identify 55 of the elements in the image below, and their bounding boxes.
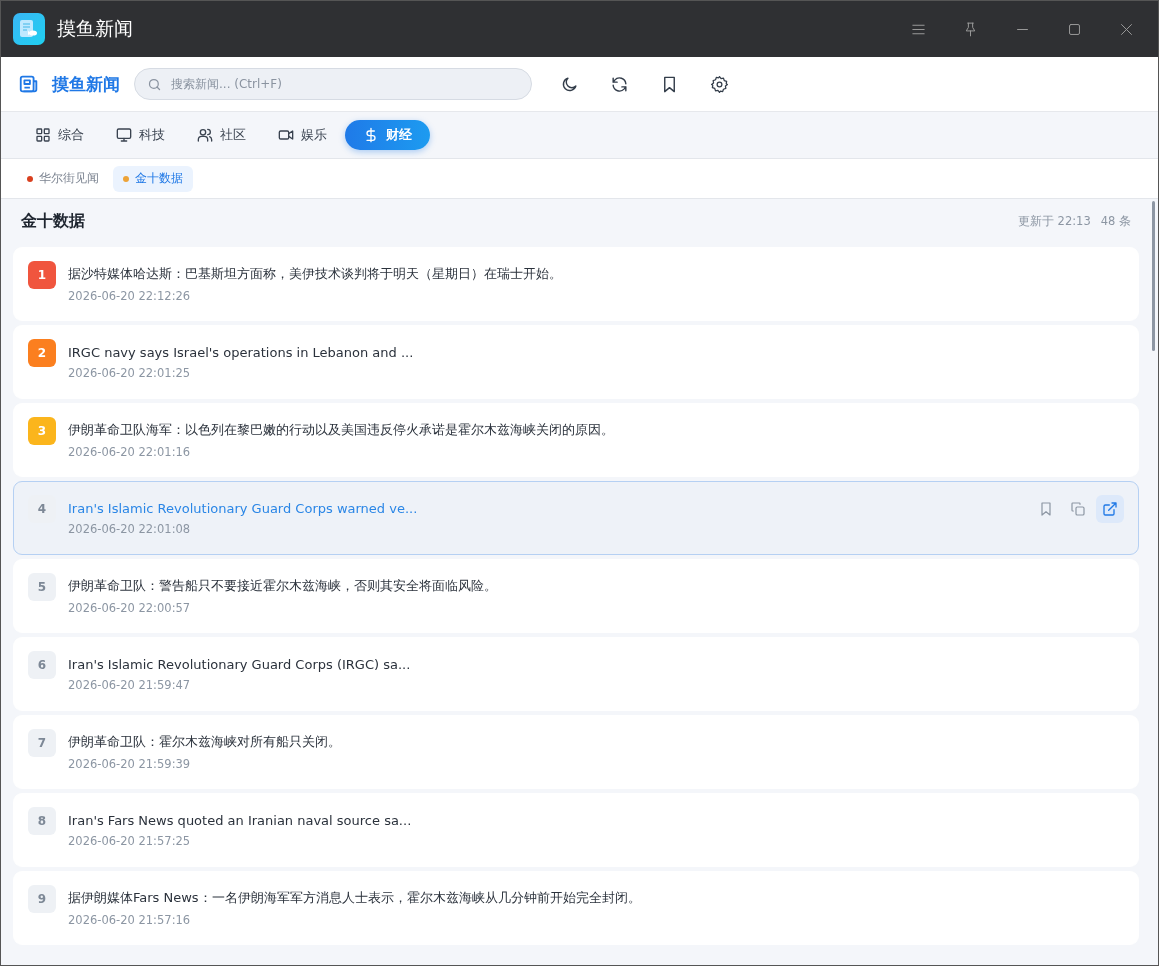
search-icon <box>147 76 162 92</box>
news-card[interactable]: 3 伊朗革命卫队海军：以色列在黎巴嫩的行动以及美国违反停火承诺是霍尔木兹海峡关闭的原因。 2026-06-20 22:01:16 <box>13 403 1139 477</box>
rank-badge: 2 <box>28 339 56 367</box>
news-time: 2026-06-20 21:59:39 <box>68 757 192 771</box>
users-icon <box>197 127 213 143</box>
category-tab[interactable]: 综合 <box>21 120 98 150</box>
external-link-icon[interactable] <box>1096 495 1124 523</box>
news-card[interactable]: 9 据伊朗媒体Fars News：一名伊朗海军军方消息人士表示，霍尔木兹海峡从几分钟前开始完全封闭。 2026-06-20 21:57:16 <box>13 871 1139 945</box>
news-title[interactable]: IRGC navy says Israel's operations in Lebanon and ... <box>68 344 1124 360</box>
newspaper-icon <box>18 73 40 95</box>
category-tab[interactable]: 社区 <box>183 120 260 150</box>
news-title[interactable]: 据伊朗媒体Fars News：一名伊朗海军军方消息人士表示，霍尔木兹海峡从几分钟前开始完全封闭。 <box>68 889 1124 907</box>
news-time: 2026-06-20 22:00:57 <box>68 601 192 615</box>
news-time: 2026-06-20 22:12:26 <box>68 289 192 303</box>
news-time: 2026-06-20 21:59:47 <box>68 677 192 692</box>
search-field[interactable]: 搜索新闻... (Ctrl+F) <box>134 68 532 100</box>
rank-badge: 8 <box>28 807 56 835</box>
video-camera-icon <box>278 127 294 143</box>
news-card[interactable]: 2 IRGC navy says Israel's operations in Lebanon and ... 2026-06-20 22:01:25 <box>13 325 1139 399</box>
news-card[interactable]: 8 Iran's Fars News quoted an Iranian naval source sa... 2026-06-20 21:57:25 <box>13 793 1139 867</box>
rank-badge: 5 <box>28 573 56 601</box>
news-time: 2026-06-20 22:01:08 <box>68 521 192 536</box>
source-tab[interactable]: 金十数据 <box>113 165 193 192</box>
news-title[interactable]: 伊朗革命卫队：霍尔木兹海峡对所有船只关闭。 <box>68 733 1124 751</box>
news-card[interactable]: 6 Iran's Islamic Revolutionary Guard Corps (IRGC) sa... 2026-06-20 21:59:47 <box>13 637 1139 711</box>
rank-badge: 9 <box>28 885 56 913</box>
rank-badge: 6 <box>28 651 56 679</box>
scrollbar-thumb[interactable] <box>1152 201 1155 351</box>
news-title[interactable]: Iran's Fars News quoted an Iranian naval source sa... <box>68 812 1124 828</box>
monitor-icon <box>116 127 132 143</box>
rank-badge: 3 <box>28 417 56 445</box>
news-title[interactable]: Iran's Islamic Revolutionary Guard Corps (IRGC) sa... <box>68 656 1124 672</box>
source-tab[interactable]: 华尔街见闻 <box>17 165 109 192</box>
app-logo-icon <box>13 13 45 45</box>
news-time: 2026-06-20 22:01:16 <box>68 445 192 459</box>
rank-badge: 7 <box>28 729 56 757</box>
category-tab[interactable]: 娱乐 <box>264 120 341 150</box>
news-card[interactable]: 1 据沙特媒体哈达斯：巴基斯坦方面称，美伊技术谈判将于明天（星期日）在瑞士开始。 2026-06-20 22:12:26 <box>13 247 1139 321</box>
brand-title: 摸鱼新闻 <box>52 72 120 96</box>
news-card[interactable]: 5 伊朗革命卫队：警告船只不要接近霍尔木兹海峡，否则其安全将面临风险。 2026-06-20 22:00:57 <box>13 559 1139 633</box>
window-title: 摸鱼新闻 <box>57 16 134 41</box>
news-title[interactable]: 伊朗革命卫队：警告船只不要接近霍尔木兹海峡，否则其安全将面临风险。 <box>68 577 1124 595</box>
news-title[interactable]: 伊朗革命卫队海军：以色列在黎巴嫩的行动以及美国违反停火承诺是霍尔木兹海峡关闭的原因。 <box>68 421 1124 439</box>
grid-icon <box>35 127 51 143</box>
news-time: 2026-06-20 22:01:25 <box>68 365 192 380</box>
news-time: 2026-06-20 21:57:25 <box>68 833 192 848</box>
item-count: 48 条 <box>1100 213 1131 229</box>
rank-badge: 1 <box>28 261 56 289</box>
news-title[interactable]: 据沙特媒体哈达斯：巴基斯坦方面称，美伊技术谈判将于明天（星期日）在瑞士开始。 <box>68 265 1124 283</box>
updated-time: 更新于 22:13 <box>1017 213 1091 229</box>
feed-title: 金十数据 <box>21 210 86 232</box>
news-card[interactable]: 7 伊朗革命卫队：霍尔木兹海峡对所有船只关闭。 2026-06-20 21:59:39 <box>13 715 1139 789</box>
news-time: 2026-06-20 21:57:16 <box>68 913 192 927</box>
dollar-icon <box>363 127 379 143</box>
category-tab[interactable]: 科技 <box>102 120 179 150</box>
